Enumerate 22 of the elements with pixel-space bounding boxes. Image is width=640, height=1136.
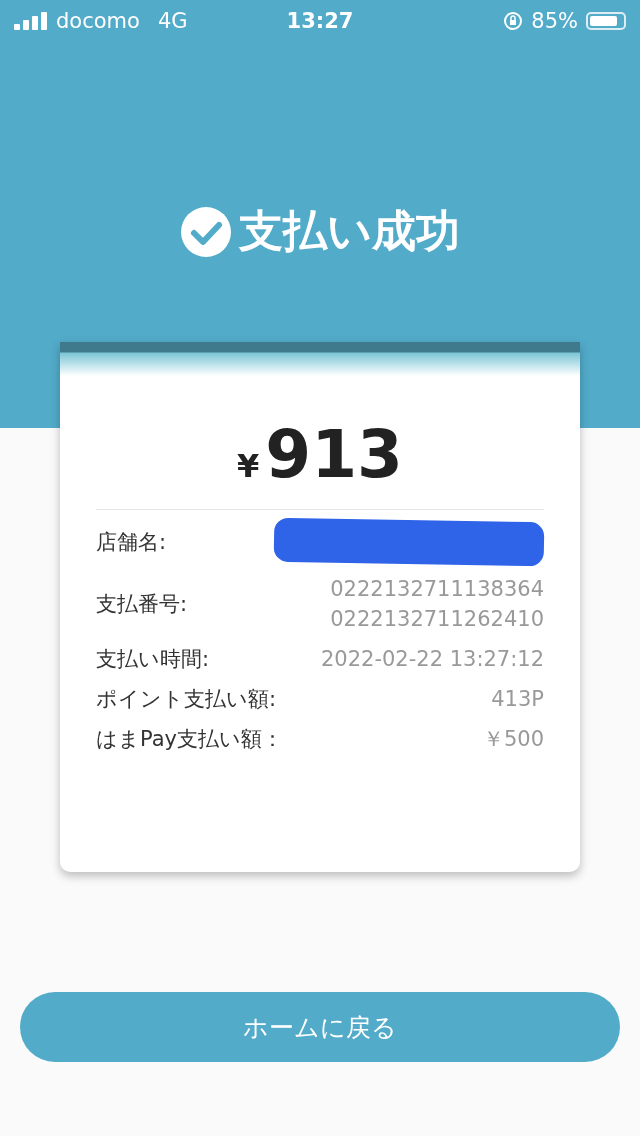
row-value: 413P xyxy=(491,686,544,713)
row-value: 0222132711138364 xyxy=(330,576,544,603)
rotation-lock-icon xyxy=(503,11,524,31)
check-circle-icon xyxy=(180,206,231,257)
row-label: 支払い時間: xyxy=(96,646,210,673)
currency-symbol: ¥ xyxy=(236,447,260,485)
carrier-name: docomo xyxy=(56,9,140,33)
network-type: 4G xyxy=(157,9,188,33)
row-value: 0222132711262410 xyxy=(330,606,544,633)
clock-time: 13:27 xyxy=(286,9,354,33)
row-value: ￥500 xyxy=(482,726,544,753)
row-label: 支払番号: xyxy=(96,591,188,618)
page-title: 支払い成功 xyxy=(238,204,460,258)
row-label: はまPay支払い額： xyxy=(96,726,284,753)
row-label: 店舗名: xyxy=(96,529,167,556)
row-value: 2022-02-22 13:27:12 xyxy=(320,646,544,673)
payment-amount: 913 xyxy=(265,416,403,493)
battery-icon xyxy=(586,12,626,30)
battery-percent: 85% xyxy=(531,9,578,33)
signal-icon xyxy=(14,12,48,30)
row-label: ポイント支払い額: xyxy=(96,686,277,713)
home-button[interactable]: ホームに戻る xyxy=(20,992,620,1062)
